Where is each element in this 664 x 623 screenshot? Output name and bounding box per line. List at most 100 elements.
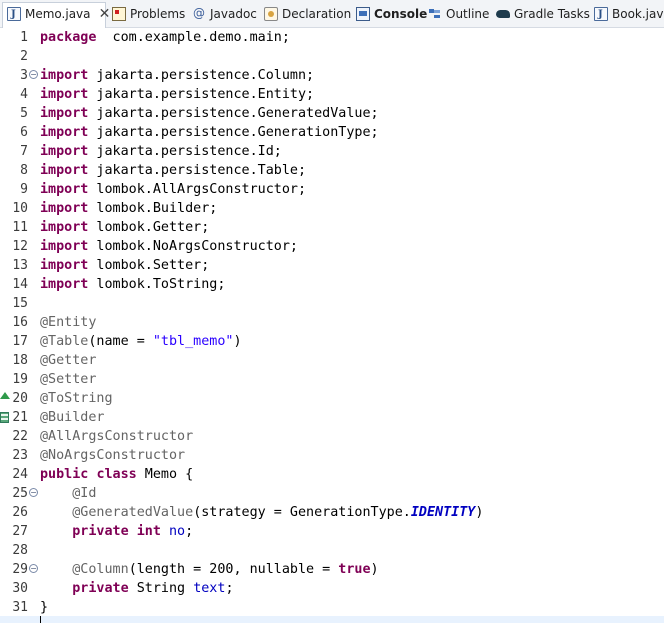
line-number: 8 xyxy=(20,163,28,178)
tab-label: Declaration xyxy=(282,7,352,21)
override-marker-icon[interactable] xyxy=(0,392,10,399)
code-line[interactable]: 21 @Builder xyxy=(0,408,664,427)
fold-toggle-icon[interactable]: − xyxy=(29,564,38,573)
code-token: import xyxy=(40,87,89,102)
code-line[interactable]: 13 import lombok.Setter; xyxy=(0,256,664,275)
code-text: @AllArgsConstructor xyxy=(40,427,193,446)
code-text: package com.example.demo.main; xyxy=(40,28,290,47)
code-text: import lombok.AllArgsConstructor; xyxy=(40,180,306,199)
editor-tab-bar: Memo.java✕ Problems Javadoc Declaration … xyxy=(0,0,664,28)
code-line[interactable]: 11 import lombok.Getter; xyxy=(0,218,664,237)
code-token: @Column xyxy=(72,562,129,577)
javadoc-icon xyxy=(192,2,206,24)
code-token: ) xyxy=(233,334,242,349)
tab-memo-java[interactable]: Memo.java✕ xyxy=(2,2,110,28)
code-line[interactable]: 1 package com.example.demo.main; xyxy=(0,28,664,47)
line-number: 1 xyxy=(20,30,28,45)
fold-toggle-icon[interactable]: − xyxy=(29,70,38,79)
tab-gradle-tasks[interactable]: Gradle Tasks xyxy=(492,3,590,27)
code-text: import jakarta.persistence.Entity; xyxy=(40,85,314,104)
code-line[interactable]: 6 import jakarta.persistence.GenerationTy… xyxy=(0,123,664,142)
code-line[interactable]: 10 import lombok.Builder; xyxy=(0,199,664,218)
code-line[interactable]: 29− @Column(length = 200, nullable = tru… xyxy=(0,560,664,579)
line-number: 28 xyxy=(12,543,28,558)
code-line[interactable]: 17 @Table(name = "tbl_memo") xyxy=(0,332,664,351)
code-text: import lombok.Setter; xyxy=(40,256,209,275)
tab-javadoc[interactable]: Javadoc xyxy=(188,2,260,27)
code-token: true xyxy=(338,562,371,577)
code-line[interactable]: 27 private int no; xyxy=(0,522,664,541)
code-text: @Entity xyxy=(40,313,96,332)
code-line[interactable]: 23 @NoArgsConstructor xyxy=(0,446,664,465)
code-token: lombok.Getter; xyxy=(88,220,210,235)
code-text: import jakarta.persistence.Id; xyxy=(40,142,282,161)
code-line[interactable]: 2 xyxy=(0,47,664,66)
quick-fix-marker-icon[interactable] xyxy=(0,412,9,423)
code-line[interactable]: 16 @Entity xyxy=(0,313,664,332)
line-number: 24 xyxy=(12,467,28,482)
code-line[interactable]: 12 import lombok.NoArgsConstructor; xyxy=(0,237,664,256)
code-line[interactable]: 22 @AllArgsConstructor xyxy=(0,427,664,446)
code-token: lombok.AllArgsConstructor; xyxy=(88,182,307,197)
code-token: com.example.demo.main; xyxy=(96,30,290,45)
tab-console[interactable]: Console xyxy=(352,3,427,27)
code-line[interactable]: 7 import jakarta.persistence.Id; xyxy=(0,142,664,161)
code-text: @ToString xyxy=(40,389,113,408)
code-token: @ToString xyxy=(40,391,113,406)
code-line[interactable]: 20 @ToString xyxy=(0,389,664,408)
code-editor[interactable]: 1 package com.example.demo.main; 2 3− import… xyxy=(0,28,664,623)
code-line[interactable]: 18 @Getter xyxy=(0,351,664,370)
line-number: 13 xyxy=(12,258,28,273)
code-token: import xyxy=(40,220,89,235)
code-token: import xyxy=(40,68,89,83)
problems-icon xyxy=(112,7,126,21)
code-line[interactable]: 28 xyxy=(0,541,664,560)
tab-book-java[interactable]: Book.java xyxy=(590,3,664,27)
code-token: import xyxy=(40,182,89,197)
code-token: @NoArgsConstructor xyxy=(40,448,186,463)
code-token: @GeneratedValue xyxy=(72,505,194,520)
code-line[interactable]: 30 private String text; xyxy=(0,579,664,598)
fold-toggle-icon[interactable]: − xyxy=(29,488,38,497)
code-line[interactable]: 8 import jakarta.persistence.Table; xyxy=(0,161,664,180)
code-line[interactable]: 25− @Id xyxy=(0,484,664,503)
code-token: jakarta.persistence.GeneratedValue; xyxy=(88,106,379,121)
code-text: @Setter xyxy=(40,370,96,389)
code-text: @Id xyxy=(40,484,96,503)
code-token: import xyxy=(40,201,89,216)
code-token: lombok.NoArgsConstructor; xyxy=(88,239,298,254)
code-line[interactable]: 4 import jakarta.persistence.Entity; xyxy=(0,85,664,104)
code-text: public class Memo { xyxy=(40,465,193,484)
code-token: lombok.ToString; xyxy=(88,277,226,292)
code-token: private xyxy=(72,581,129,596)
line-number: 18 xyxy=(12,353,28,368)
code-line[interactable]: 9 import lombok.AllArgsConstructor; xyxy=(0,180,664,199)
code-line[interactable]: 26 @GeneratedValue(strategy = Generation… xyxy=(0,503,664,522)
line-number: 30 xyxy=(12,581,28,596)
line-number: 12 xyxy=(12,239,28,254)
code-line[interactable]: 5 import jakarta.persistence.GeneratedVal… xyxy=(0,104,664,123)
code-line[interactable]: 15 xyxy=(0,294,664,313)
code-token: import xyxy=(40,163,89,178)
line-number: 4 xyxy=(20,87,28,102)
code-text: import lombok.Builder; xyxy=(40,199,217,218)
tab-outline[interactable]: Outline xyxy=(424,3,492,27)
code-token: String xyxy=(128,581,194,596)
code-line[interactable]: 31} xyxy=(0,598,664,617)
line-number: 11 xyxy=(12,220,28,235)
code-line[interactable]: 19 @Setter xyxy=(0,370,664,389)
code-line[interactable]: 24 public class Memo { xyxy=(0,465,664,484)
code-token: ) xyxy=(370,562,379,577)
code-token: import xyxy=(40,144,89,159)
tab-problems[interactable]: Problems xyxy=(108,3,188,27)
tab-declaration[interactable]: Declaration xyxy=(260,3,352,27)
code-token: jakarta.persistence.Id; xyxy=(88,144,282,159)
code-line[interactable]: 14 import lombok.ToString; xyxy=(0,275,664,294)
tab-label: Javadoc xyxy=(210,7,257,21)
line-number: 5 xyxy=(20,106,28,121)
code-text: @Builder xyxy=(40,408,105,427)
code-line[interactable]: 3− import jakarta.persistence.Column; xyxy=(0,66,664,85)
